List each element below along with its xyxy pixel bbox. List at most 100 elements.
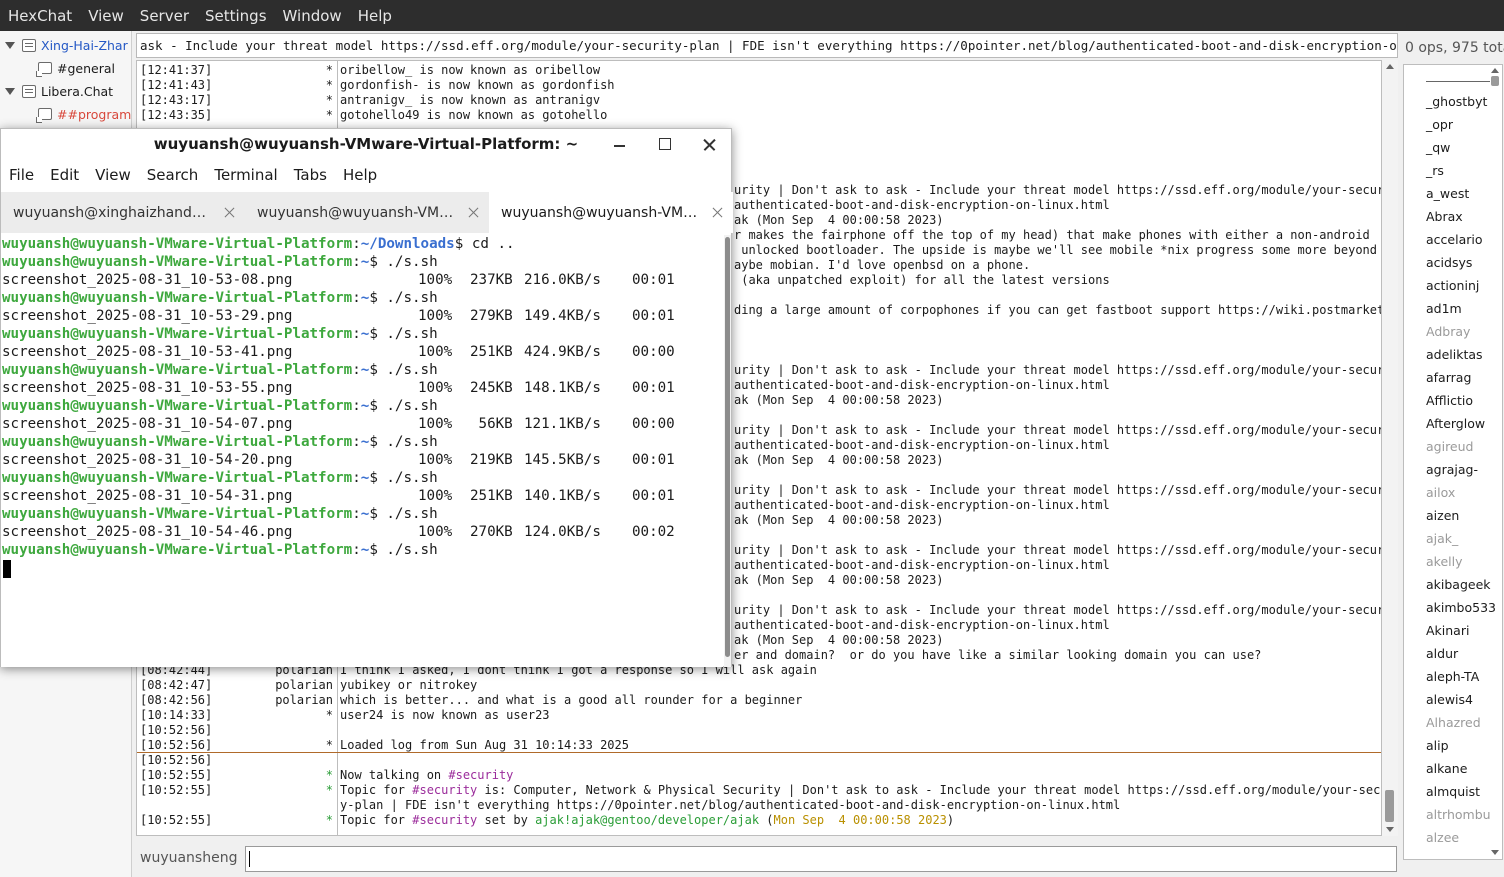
nick[interactable]: * [326,783,333,798]
terminal-menu-help[interactable]: Help [335,166,385,184]
user-list-item[interactable]: alewis4 [1426,691,1473,709]
maximize-icon[interactable] [654,134,676,156]
user-list-item[interactable]: _opr [1426,116,1453,134]
terminal-menu-terminal[interactable]: Terminal [206,166,285,184]
user-list-item[interactable]: alzee [1426,829,1459,847]
tab-close-icon[interactable] [468,207,479,218]
tree-channel-programming[interactable]: ##programm [36,103,131,125]
user-list-item[interactable]: Afflictio [1426,392,1473,410]
scroll-down-icon[interactable] [1491,850,1499,855]
menu-server[interactable]: Server [132,7,197,25]
nick[interactable]: * [326,708,333,723]
terminal-tab-1[interactable]: wuyuansh@xinghaizhand… [1,192,245,233]
menu-hexchat[interactable]: HexChat [0,7,80,25]
user-list-item[interactable]: alkane [1426,760,1467,778]
terminal-output[interactable]: wuyuansh@wuyuansh-VMware-Virtual-Platfor… [1,235,723,667]
terminal-tab-2[interactable]: wuyuansh@wuyuansh-VM… [245,192,489,233]
channel-link[interactable]: #security [448,768,513,782]
user-list-item[interactable]: adeliktas [1426,346,1483,364]
tab-close-icon[interactable] [224,207,235,218]
transfer-time: 00:01 [632,308,675,324]
nick[interactable]: * [326,78,333,93]
nick[interactable]: * [326,813,333,828]
user-list-item[interactable]: aizen [1426,507,1459,525]
user-list-item[interactable]: acidsys [1426,254,1472,272]
user-list-item[interactable]: _rs [1426,162,1444,180]
user-list-item[interactable]: ad1m [1426,300,1462,318]
topic-field[interactable]: ask - Include your threat model https://… [136,33,1398,58]
tree-server-libera[interactable]: Libera.Chat [0,80,113,102]
user-list-item[interactable]: akimbo533 [1426,599,1496,617]
nick-button[interactable]: wuyuansheng [140,850,237,866]
user-list-item[interactable]: Alhazred [1426,714,1481,732]
tab-close-icon[interactable] [712,207,723,218]
user-list-item[interactable]: aleph-TA [1426,668,1479,686]
terminal-menu-tabs[interactable]: Tabs [286,166,335,184]
terminal-menu-view[interactable]: View [87,166,139,184]
user-list-item[interactable]: akelly [1426,553,1463,571]
prompt-line: wuyuansh@wuyuansh-VMware-Virtual-Platfor… [2,397,438,415]
prompt-colon: : [352,290,361,306]
user-list-item[interactable]: Akinari [1426,622,1469,640]
channel-link[interactable]: #security [412,813,477,827]
tree-channel-general[interactable]: #general [36,57,115,79]
close-icon[interactable] [699,134,721,156]
user-list-item[interactable]: a_west [1426,185,1469,203]
user-list-item[interactable]: accelario [1426,231,1483,249]
user-list-item[interactable]: ailox [1426,484,1455,502]
command: $ ./s.sh [369,326,438,342]
user-list-item[interactable]: afarrag [1426,369,1471,387]
terminal-window[interactable]: wuyuansh@wuyuansh-VMware-Virtual-Platfor… [0,128,733,667]
scroll-thumb[interactable] [1491,76,1499,86]
user-list-item[interactable]: altrhombu [1426,806,1491,824]
nick[interactable]: * [326,738,333,753]
terminal-tab-3[interactable]: wuyuansh@wuyuansh-VM… [489,192,733,233]
setter-link[interactable]: ajak!ajak@gentoo/developer/ajak [535,813,759,827]
user-list-scrollbar[interactable] [1488,64,1503,860]
user-list-item[interactable]: _qw [1426,139,1450,157]
menu-window[interactable]: Window [275,7,350,25]
user-list-item[interactable]: agrajag- [1426,461,1478,479]
scroll-up-icon[interactable] [1386,64,1394,69]
user-list-item[interactable]: ajak_ [1426,530,1458,548]
scroll-down-icon[interactable] [1386,827,1394,832]
chat-scrollbar[interactable] [1382,60,1398,836]
terminal-scrollbar[interactable] [724,235,731,667]
scroll-thumb[interactable] [725,237,730,657]
user-list-item[interactable]: alip [1426,737,1449,755]
timestamp: [10:52:56] [140,723,213,737]
terminal-menu-file[interactable]: File [1,166,42,184]
scroll-up-icon[interactable] [1491,68,1499,73]
user-list-item[interactable]: Abrax [1426,208,1463,226]
nick[interactable]: * [326,63,333,78]
nick[interactable]: polarian [275,678,333,693]
message-input[interactable] [245,846,1397,872]
message-fragment: aybe mobian. I'd love openbsd on a phone… [734,258,1031,272]
message-fragment: authenticated-boot-and-disk-encryption-o… [734,498,1110,512]
nick[interactable]: * [326,108,333,123]
terminal-titlebar[interactable]: wuyuansh@wuyuansh-VMware-Virtual-Platfor… [1,129,731,160]
user-list-item[interactable]: akibageek [1426,576,1491,594]
user-list-item[interactable]: Adbray [1426,323,1470,341]
user-list-item[interactable]: actioninj [1426,277,1479,295]
terminal-menu-search[interactable]: Search [139,166,207,184]
nick[interactable]: * [326,768,333,783]
nick[interactable]: * [326,93,333,108]
expand-arrow-icon[interactable] [5,87,15,95]
tree-server-xing-hai[interactable]: Xing-Hai-Zhar [0,34,128,56]
user-list-item[interactable]: aldur [1426,645,1458,663]
user-list-item[interactable]: Afterglow [1426,415,1485,433]
user-list-item[interactable]: _ghostbyt [1426,93,1487,111]
minimize-icon[interactable] [609,134,631,156]
nick[interactable]: polarian [275,693,333,708]
message: gordonfish- is now known as gordonfish [340,78,615,92]
menu-help[interactable]: Help [350,7,400,25]
channel-link[interactable]: #security [412,783,477,797]
menu-view[interactable]: View [80,7,132,25]
user-list-item[interactable]: agireud [1426,438,1473,456]
scroll-thumb[interactable] [1385,790,1394,822]
expand-arrow-icon[interactable] [5,41,15,49]
terminal-menu-edit[interactable]: Edit [42,166,87,184]
user-list-item[interactable]: almquist [1426,783,1480,801]
menu-settings[interactable]: Settings [197,7,275,25]
